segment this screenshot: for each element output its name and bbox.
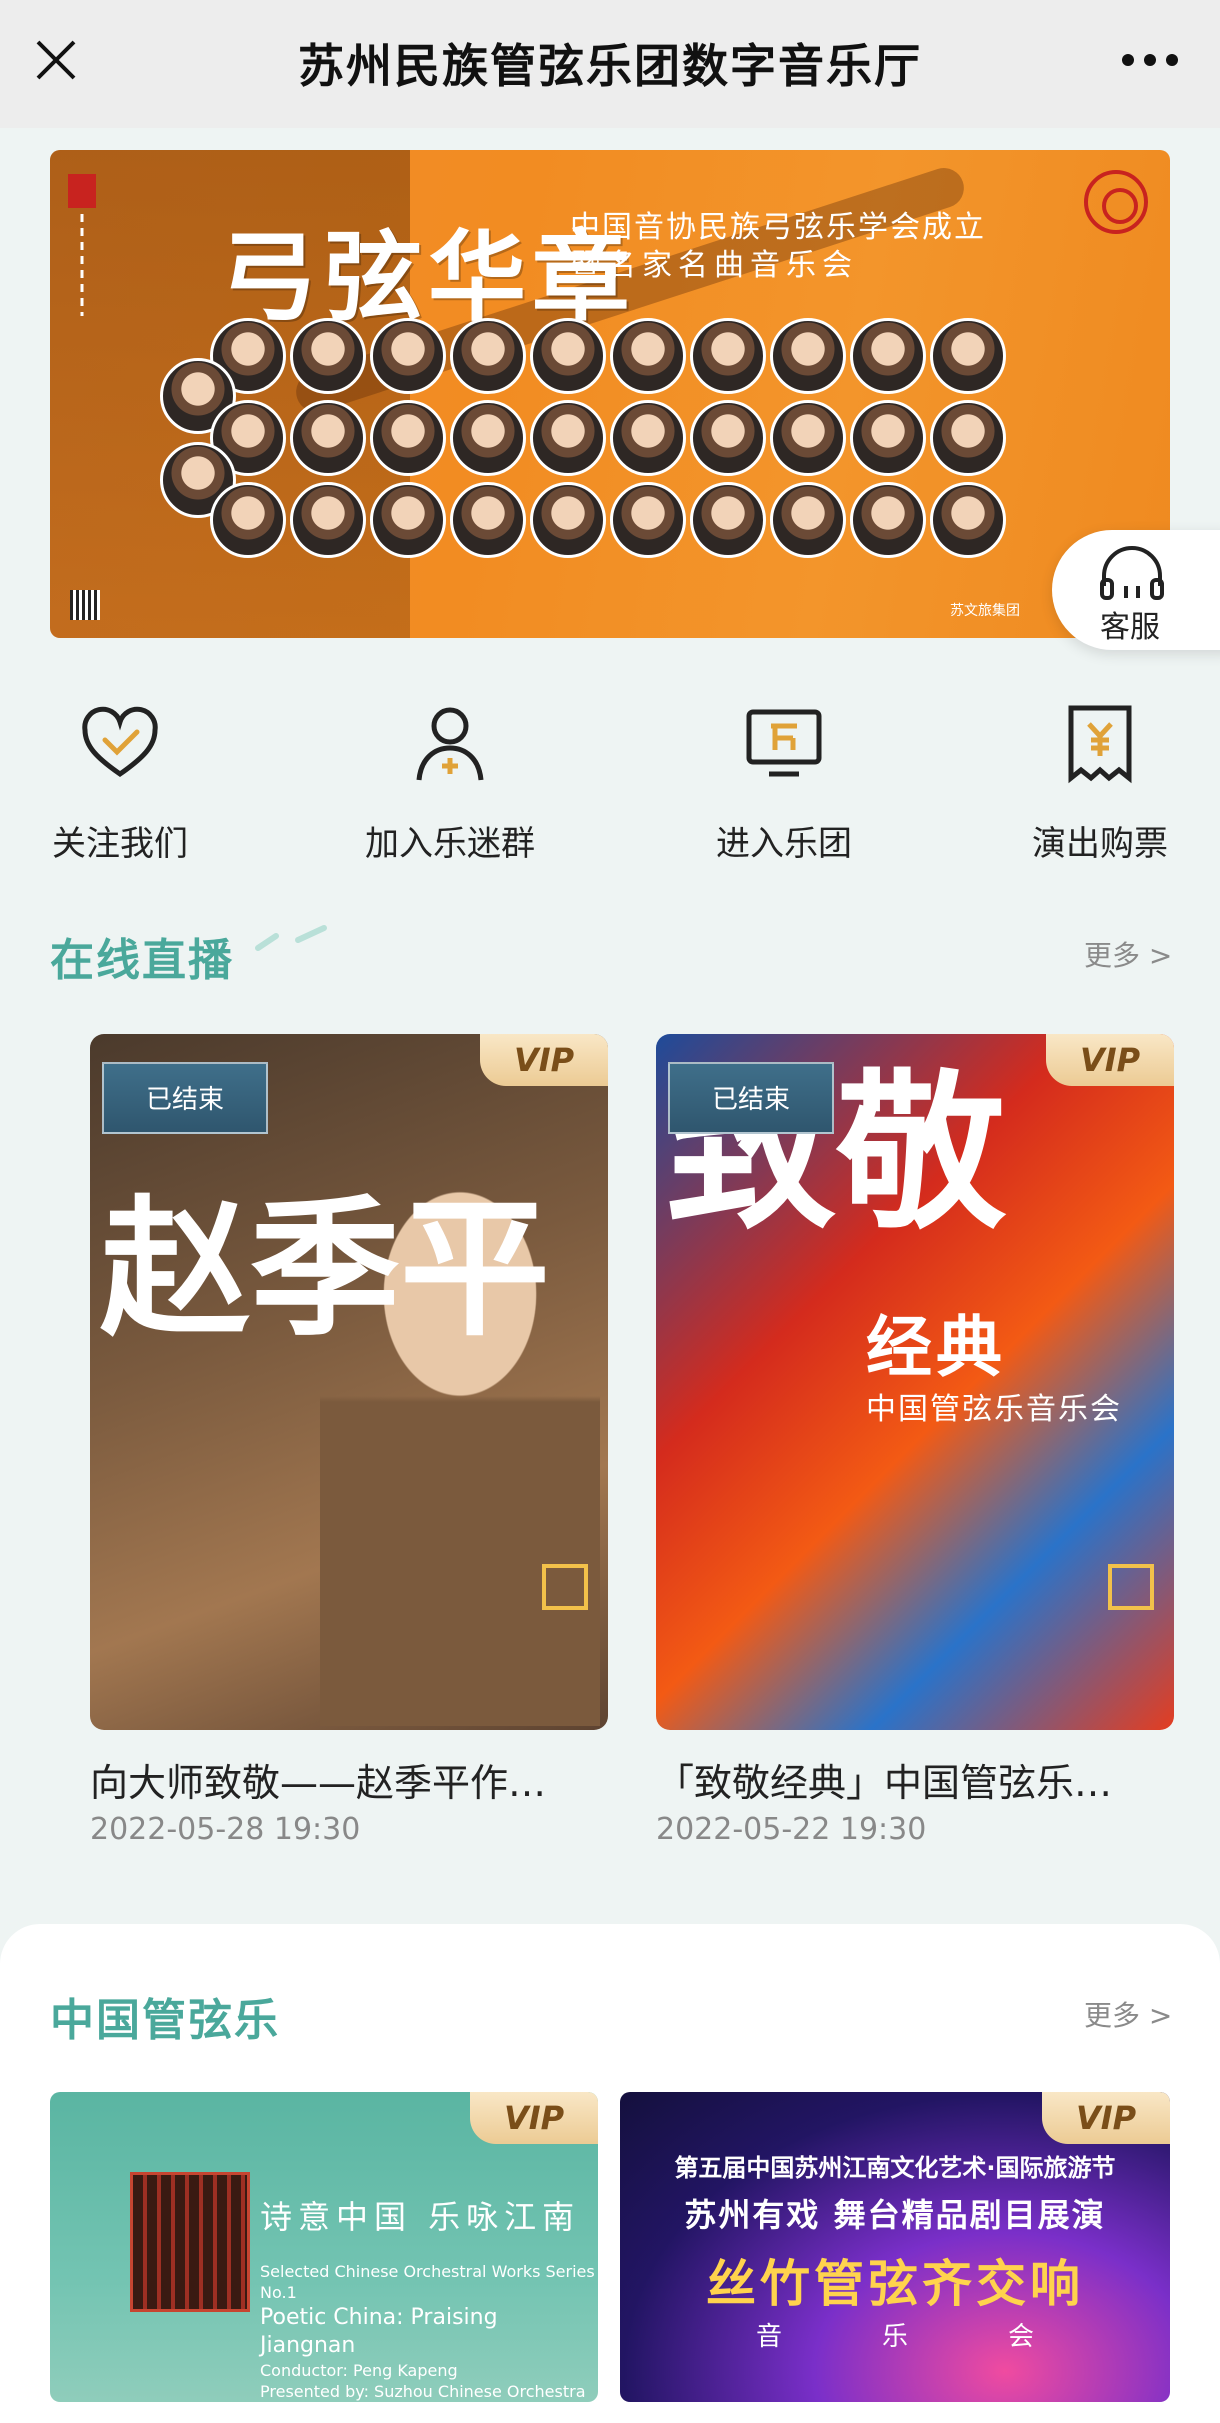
orchestra-emblem-icon [1108,1564,1154,1610]
portrait [290,482,366,558]
portrait [450,400,526,476]
portrait [930,318,1006,394]
portrait [370,482,446,558]
orchestra-screen-icon [746,709,822,777]
add-user-icon [416,707,484,781]
portrait [690,400,766,476]
qr-code-icon [70,590,100,620]
banner-seal-icon [68,174,96,316]
portrait [690,318,766,394]
live-card[interactable]: 致敬 经典 中国管弦乐音乐会 已结束 VIP [656,1034,1174,1730]
customer-service-label: 客服 [1100,610,1160,645]
live-section-title: 在线直播 [50,935,234,986]
banner-subtitle-2: 暨名家名曲音乐会 [570,248,858,283]
page-title: 苏州民族管弦乐团数字音乐厅 [298,39,922,93]
portrait [530,400,606,476]
quick-nav-label: 演出购票 [1032,824,1168,864]
portrait [770,318,846,394]
portrait [770,482,846,558]
orchestral-more-link[interactable]: 更多 > [1084,1994,1172,2034]
portrait [370,400,446,476]
portrait [210,482,286,558]
poster-en-title: Poetic China: Praising Jiangnan [260,2304,498,2359]
portrait [610,400,686,476]
headset-icon [1100,546,1164,600]
quick-nav-label: 加入乐迷群 [365,824,535,864]
live-card-title[interactable]: 「致敬经典」中国管弦乐… [656,1752,1176,1807]
vip-badge: VIP [1042,2092,1170,2144]
poster-line-4: 音乐会 [755,2322,1134,2352]
orchestra-emblem-icon [542,1564,588,1610]
poster-subtitle: 中国管弦乐音乐会 [866,1392,1122,1427]
portrait [370,318,446,394]
banner-logo-icon [1084,170,1148,234]
quick-nav-enter-orchestra[interactable]: 进入乐团 [664,690,904,870]
quick-nav-label: 关注我们 [52,824,188,864]
quick-nav-label: 进入乐团 [716,824,852,864]
quick-nav-join-fan-group[interactable]: 加入乐迷群 [330,690,570,870]
vip-badge: VIP [470,2092,598,2144]
hero-banner[interactable]: 弓弦华章 中国音协民族弓弦乐学会成立 暨名家名曲音乐会 苏文旅集团 [50,150,1170,638]
portrait [530,482,606,558]
quick-nav-follow-us[interactable]: 关注我们 [0,690,240,870]
portrait [290,318,366,394]
portrait [850,318,926,394]
portrait [930,400,1006,476]
decorative-dash-icon [255,925,327,951]
poster-ensemble-photo [130,2172,250,2312]
customer-service-button[interactable]: 客服 [1052,530,1220,650]
portrait [690,482,766,558]
poster-en-cond: Conductor: Peng Kapeng [260,2360,458,2380]
poster-en-sub: Selected Chinese Orchestral Works Series… [260,2262,595,2302]
top-bar: 苏州民族管弦乐团数字音乐厅 [0,0,1220,128]
status-badge: 已结束 [668,1062,834,1134]
vip-badge: VIP [1046,1034,1174,1086]
live-more-link[interactable]: 更多 > [1084,934,1172,974]
portrait [450,318,526,394]
banner-brand: 苏文旅集团 [950,603,1020,619]
poster-title: 经典 [866,1309,1006,1386]
orchestral-section-title: 中国管弦乐 [50,1995,280,2046]
vip-badge: VIP [480,1034,608,1086]
live-card-title[interactable]: 向大师致敬——赵季平作… [90,1752,610,1807]
poster-line-1: 第五届中国苏州江南文化艺术·国际旅游节 [674,2154,1116,2182]
status-badge: 已结束 [102,1062,268,1134]
portrait [530,318,606,394]
portrait [930,482,1006,558]
quick-nav-buy-tickets[interactable]: 演出购票 [980,690,1220,870]
portrait [770,400,846,476]
portrait [450,482,526,558]
live-card-date: 2022-05-22 19:30 [656,1812,927,1847]
poster-en-pres: Presented by: Suzhou Chinese Orchestra [260,2381,586,2401]
live-card[interactable]: 赵季平 已结束 VIP [90,1034,608,1730]
poster-calligraphy: 赵季平 [100,1181,551,1357]
poster-line-3: 丝竹管弦齐交响 [706,2255,1084,2313]
orchestral-card[interactable]: 第五届中国苏州江南文化艺术·国际旅游节 苏州有戏 舞台精品剧目展演 丝竹管弦齐交… [620,2092,1170,2402]
more-options-icon[interactable] [1120,52,1180,68]
poster-title: 诗意中国 乐咏江南 [260,2198,581,2236]
ticket-icon [1068,705,1132,784]
portrait [290,400,366,476]
performer-portraits [160,318,1060,628]
portrait [610,482,686,558]
portrait [850,400,926,476]
live-card-date: 2022-05-28 19:30 [90,1812,361,1847]
heart-check-icon [82,706,158,778]
quick-nav: 关注我们 加入乐迷群 进入乐团 演出购票 [0,690,1220,870]
poster-line-2: 苏州有戏 舞台精品剧目展演 [684,2196,1106,2234]
orchestral-card[interactable]: 诗意中国 乐咏江南 Selected Chinese Orchestral Wo… [50,2092,598,2402]
portrait [850,482,926,558]
poster-english-text: Selected Chinese Orchestral Works Series… [260,2262,598,2402]
portrait [610,318,686,394]
